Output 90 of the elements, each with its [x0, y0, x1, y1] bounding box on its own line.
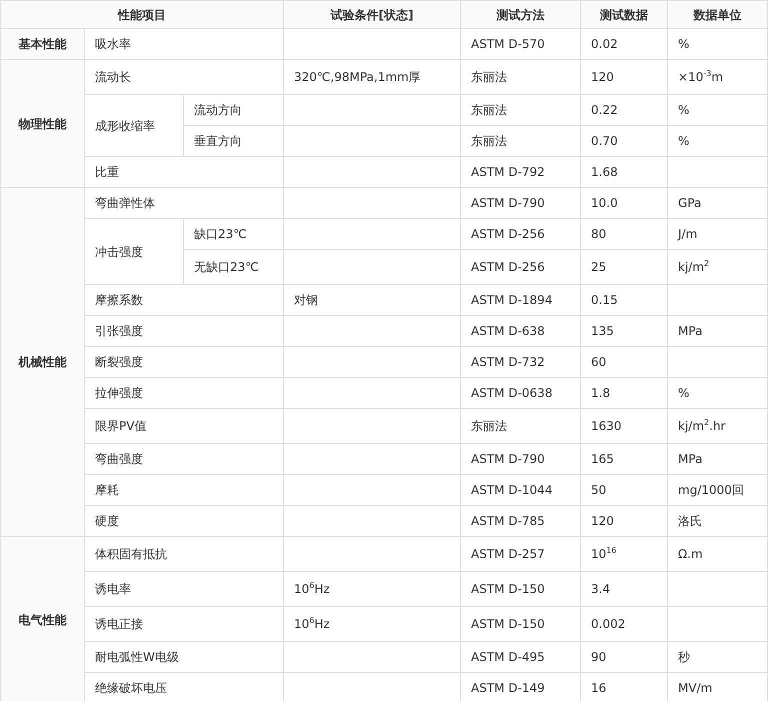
table-cell: 10$^{6}$Hz	[284, 606, 461, 642]
table-cell: 吸水率	[84, 28, 284, 60]
table-cell: 断裂强度	[84, 346, 284, 378]
table-cell: ASTM D-790	[460, 444, 581, 474]
table-cell: 无缺口23℃	[184, 250, 284, 284]
table-cell: 限界PV值	[84, 408, 284, 444]
table-cell: %	[668, 28, 768, 60]
row-header: 物理性能	[0, 60, 84, 188]
table-cell: kj/m$^{2}$.hr	[668, 408, 768, 444]
row-header: 基本性能	[0, 28, 84, 60]
table-cell: 165	[580, 444, 668, 474]
table-cell: 硬度	[84, 506, 284, 536]
table-cell: 东丽法	[460, 408, 581, 444]
column-header: 试验条件[状态]	[284, 0, 461, 28]
table-cell: 成形收缩率	[84, 94, 184, 156]
table-cell: 1630	[580, 408, 668, 444]
table-cell: 弯曲弹性体	[84, 188, 284, 218]
table-cell: mg/1000回	[668, 474, 768, 506]
table-cell: ASTM D-790	[460, 188, 581, 218]
row-header: 电气性能	[0, 536, 84, 701]
table-cell: GPa	[668, 188, 768, 218]
table-cell: Ω.m	[668, 536, 768, 572]
table-cell: 冲击强度	[84, 218, 184, 284]
table-cell: 拉伸强度	[84, 378, 284, 408]
table-cell: MPa	[668, 316, 768, 346]
table-cell: ASTM D-570	[460, 28, 581, 60]
table-cell: 50	[580, 474, 668, 506]
table-cell: 诱电率	[84, 572, 284, 606]
table-cell: 洛氏	[668, 506, 768, 536]
table-cell: 0.02	[580, 28, 668, 60]
column-header: 测试方法	[460, 0, 581, 28]
table-cell: 80	[580, 218, 668, 250]
table-cell: ASTM D-256	[460, 250, 581, 284]
table-cell: 3.4	[580, 572, 668, 606]
table-cell: 缺口23℃	[184, 218, 284, 250]
table-cell: 耐电弧性W电级	[84, 642, 284, 672]
table-cell: MPa	[668, 444, 768, 474]
table-cell: 比重	[84, 156, 284, 188]
table-cell: 东丽法	[460, 60, 581, 94]
table-cell: 25	[580, 250, 668, 284]
table-cell: ASTM D-732	[460, 346, 581, 378]
table-cell: 1.8	[580, 378, 668, 408]
table-cell: kj/m$^{2}$	[668, 250, 768, 284]
table-cell: 10.0	[580, 188, 668, 218]
table-cell: 引张强度	[84, 316, 284, 346]
table-cell: 摩耗	[84, 474, 284, 506]
column-header: 性能项目	[0, 0, 284, 28]
table-cell: 10$^{6}$Hz	[284, 572, 461, 606]
table-cell: J/m	[668, 218, 768, 250]
row-header: 机械性能	[0, 188, 84, 536]
table-cell: ASTM D-150	[460, 606, 581, 642]
table-cell: ASTM D-256	[460, 218, 581, 250]
table-cell: 135	[580, 316, 668, 346]
table-cell: 120	[580, 506, 668, 536]
table-cell: ASTM D-495	[460, 642, 581, 672]
table-cell: %	[668, 378, 768, 408]
table-cell: 320℃,98MPa,1mm厚	[284, 60, 461, 94]
table-cell: ASTM D-257	[460, 536, 581, 572]
table-cell: 流动方向	[184, 94, 284, 126]
table-cell: ASTM D-0638	[460, 378, 581, 408]
table-cell: 对钢	[284, 284, 461, 316]
table-cell: ×10$^{-3}$m	[668, 60, 768, 94]
table-cell: 东丽法	[460, 94, 581, 126]
table-cell: ASTM D-785	[460, 506, 581, 536]
table-cell: 0.22	[580, 94, 668, 126]
table-cell: 弯曲强度	[84, 444, 284, 474]
table-cell: 东丽法	[460, 126, 581, 156]
table-cell: ASTM D-1044	[460, 474, 581, 506]
table-cell: 60	[580, 346, 668, 378]
table-cell: 90	[580, 642, 668, 672]
table-cell: ASTM D-1894	[460, 284, 581, 316]
table-cell: 流动长	[84, 60, 284, 94]
table-cell: ASTM D-150	[460, 572, 581, 606]
table-cell: 0.15	[580, 284, 668, 316]
table-cell: 垂直方向	[184, 126, 284, 156]
table-cell: 诱电正接	[84, 606, 284, 642]
table-cell: 摩擦系数	[84, 284, 284, 316]
table-cell: 1.68	[580, 156, 668, 188]
table-cell: 10$^{16}$	[580, 536, 668, 572]
column-header: 测试数据	[580, 0, 668, 28]
table-cell: 秒	[668, 642, 768, 672]
table-cell: 120	[580, 60, 668, 94]
table-cell: ASTM D-792	[460, 156, 581, 188]
column-header: 数据单位	[668, 0, 768, 28]
table-cell: %	[668, 126, 768, 156]
table-cell: 体积固有抵抗	[84, 536, 284, 572]
table-cell: ASTM D-638	[460, 316, 581, 346]
table-cell: 0.002	[580, 606, 668, 642]
table-cell: %	[668, 94, 768, 126]
table-cell: 0.70	[580, 126, 668, 156]
